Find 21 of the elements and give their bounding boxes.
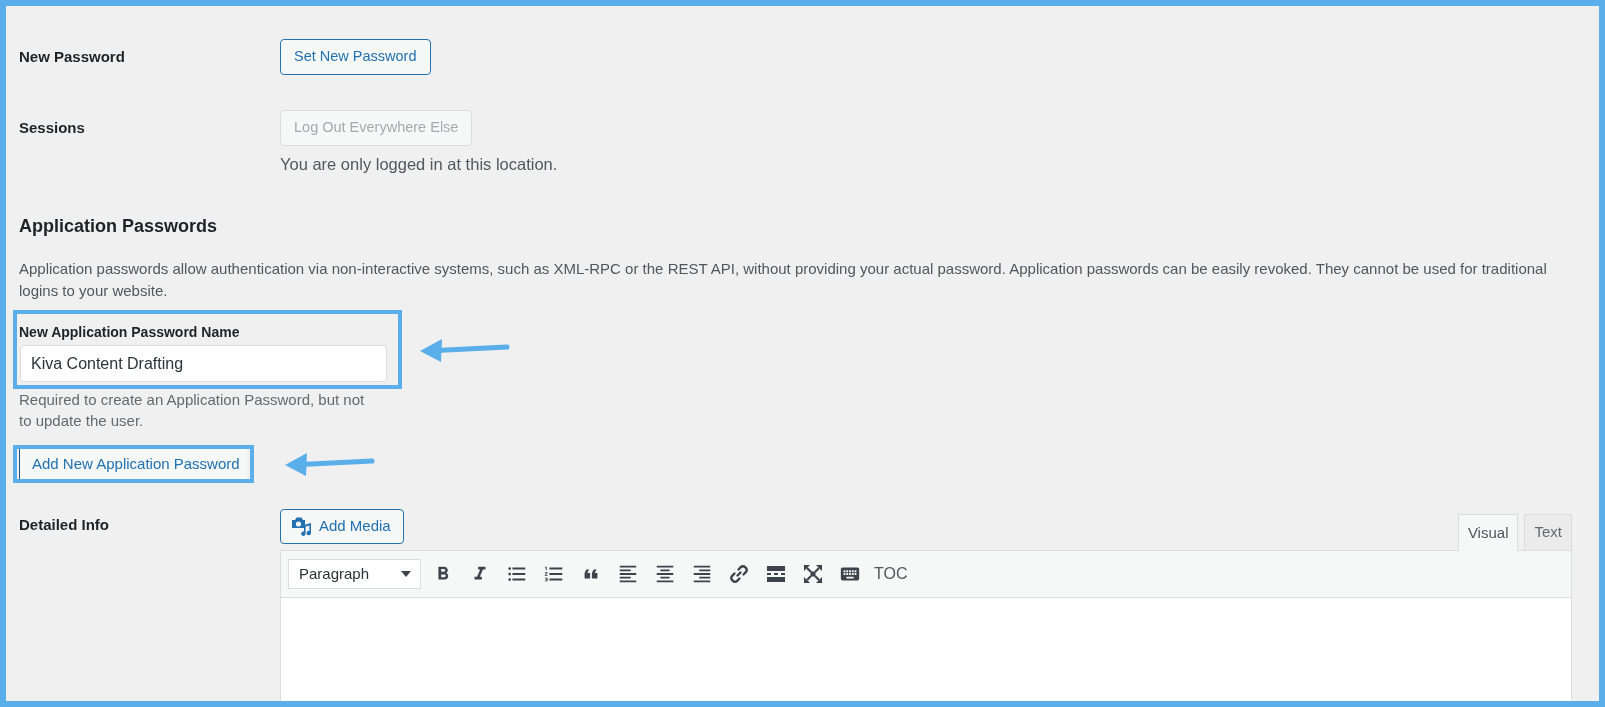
help-text: Required to create an Application Password, but not to update the user.	[19, 390, 366, 431]
media-icon	[291, 516, 312, 537]
add-media-button[interactable]: Add Media	[280, 509, 404, 544]
action-button[interactable]: Set New Password	[280, 39, 431, 75]
caret-icon	[401, 571, 411, 577]
format-select[interactable]: Paragraph	[288, 559, 421, 589]
name-input[interactable]: Kiva Content Drafting	[20, 345, 387, 382]
fullscreen-icon[interactable]	[802, 564, 823, 584]
field-label: New Application Password Name	[19, 323, 240, 342]
toc-button[interactable]: TOC	[874, 562, 908, 586]
field-label: Detailed Info	[19, 515, 109, 535]
editor-tab[interactable]: Visual	[1457, 514, 1519, 551]
editor-tab[interactable]: Text	[1524, 514, 1572, 550]
field-label: New Password	[19, 47, 125, 67]
field-label: Sessions	[19, 118, 85, 138]
link-icon[interactable]	[728, 564, 749, 584]
read-more-icon[interactable]	[765, 564, 786, 584]
section-heading: Application Passwords	[19, 215, 218, 238]
session-note: You are only logged in at this location.	[280, 154, 558, 175]
section-description: Application passwords allow authentication via non-interactive systems, such as XML-RPC or the REST API, without providing your actual password. Application passwords can be easily revoked. They cannot be used for traditional logins to your website.	[19, 259, 1548, 301]
add-password-button[interactable]: Add New Application Password	[19, 449, 247, 479]
